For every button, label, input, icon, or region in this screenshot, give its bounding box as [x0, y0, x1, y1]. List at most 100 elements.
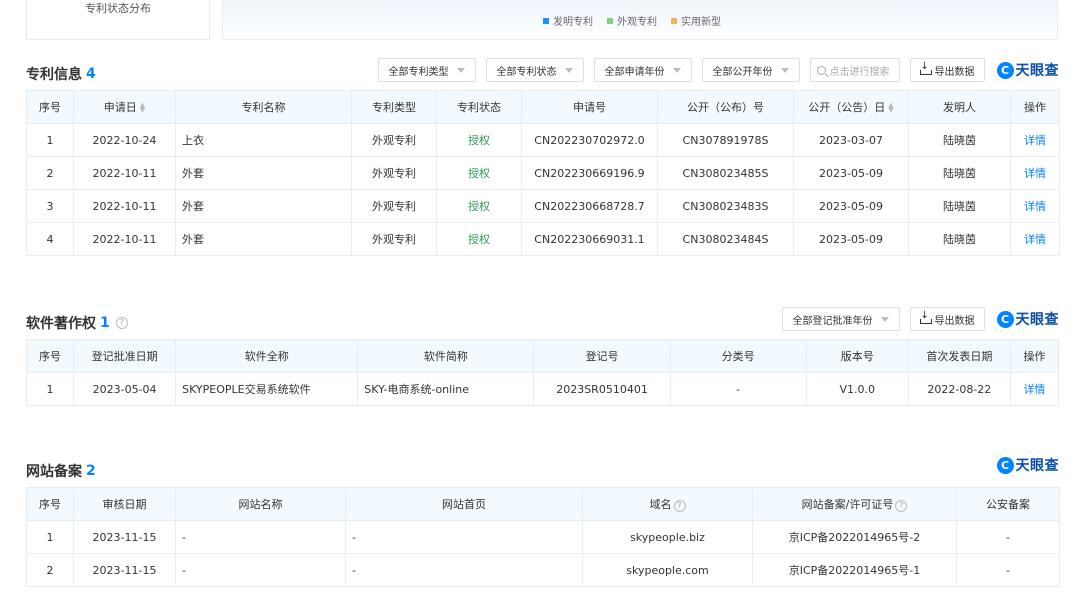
dropdown-label: 全部专利状态 [496, 66, 557, 78]
cell-pub-no: CN308023484S [657, 222, 794, 256]
cell-version: V1.0.0 [805, 372, 909, 406]
col-header: 版本号 [805, 339, 909, 373]
detail-link[interactable]: 详情 [1010, 189, 1060, 223]
approve-year-filter[interactable]: 全部登记批准年份 [781, 307, 900, 331]
col-header: 首次发表日期 [907, 339, 1011, 373]
patents-toolbar: 全部专利类型 全部专利状态 全部申请年份 全部公开年份 点击进行搜索 导 [377, 58, 1060, 82]
section-title-text: 软件著作权 [26, 316, 96, 332]
table-row: 2 2022-10-11 外套 外观专利 授权 CN202230669196.9… [26, 156, 1060, 190]
cell-reg-no: 2023SR0510401 [533, 372, 671, 406]
col-header: 登记批准日期 [73, 339, 177, 373]
detail-link[interactable]: 详情 [1009, 372, 1060, 406]
section-count: 2 [86, 463, 96, 479]
col-header-apply-date[interactable]: 申请日 ▲ ▼ [73, 90, 176, 124]
cell-inventor: 陆晓茵 [908, 123, 1011, 157]
publish-year-filter[interactable]: 全部公开年份 [701, 58, 800, 82]
cell-home: - [345, 553, 583, 587]
apply-year-filter[interactable]: 全部申请年份 [593, 58, 692, 82]
chart-legend: 发明专利 外观专利 实用新型 [543, 13, 721, 28]
sort-icon: ▲ ▼ [888, 101, 894, 114]
dropdown-label: 全部申请年份 [604, 66, 665, 78]
cell-no: 2 [26, 553, 74, 587]
software-title: 软件著作权 1 ? [26, 313, 128, 333]
col-header: 公安备案 [956, 487, 1060, 521]
col-header: 序号 [26, 487, 74, 521]
table-row: 4 2022-10-11 外套 外观专利 授权 CN202230669031.1… [26, 222, 1060, 256]
cell-apply-no: CN202230668728.7 [521, 189, 658, 223]
table-row: 1 2022-10-24 上衣 外观专利 授权 CN202230702972.0… [26, 123, 1060, 157]
col-header: 操作 [1009, 339, 1060, 373]
tianyancha-logo: C 天眼查 [996, 60, 1060, 80]
cell-class-no: - [669, 372, 807, 406]
dropdown-label: 全部专利类型 [388, 66, 449, 78]
cell-name: 外套 [175, 189, 352, 223]
cell-apply-date: 2022-10-11 [73, 156, 176, 190]
chevron-down-icon [780, 67, 789, 73]
download-icon [919, 310, 932, 324]
patents-section: 专利信息 4 全部专利类型 全部专利状态 全部申请年份 全部公开年份 点击进行搜… [26, 56, 1060, 256]
col-header-pub-date[interactable]: 公开（公告）日 ▲ ▼ [793, 90, 909, 124]
table-header-row: 序号 审核日期 网站名称 网站首页 域名? 网站备案/许可证号? 公安备案 [26, 487, 1060, 521]
col-header: 发明人 [908, 90, 1011, 124]
detail-link[interactable]: 详情 [1010, 123, 1060, 157]
websites-title: 网站备案 2 [26, 461, 96, 481]
help-icon[interactable]: ? [895, 500, 908, 512]
col-header: 分类号 [669, 339, 807, 373]
detail-link[interactable]: 详情 [1010, 156, 1060, 190]
patent-search-input[interactable]: 点击进行搜索 [809, 58, 900, 82]
cell-status: 授权 [436, 189, 522, 223]
col-header: 专利状态 [436, 90, 522, 124]
download-icon [919, 61, 932, 75]
col-header: 序号 [26, 90, 74, 124]
cell-type: 外观专利 [351, 222, 437, 256]
cell-status: 授权 [436, 222, 522, 256]
cell-pub-date: 2023-05-09 [793, 156, 909, 190]
legend-item-design[interactable]: 外观专利 [607, 13, 657, 28]
cell-pub-date: 2023-03-07 [793, 123, 909, 157]
cell-icp: 京ICP备2022014965号-2 [752, 520, 957, 554]
cell-type: 外观专利 [351, 189, 437, 223]
websites-table: 序号 审核日期 网站名称 网站首页 域名? 网站备案/许可证号? 公安备案 1 … [26, 487, 1060, 587]
col-header-label: 申请日 [103, 101, 137, 114]
legend-label: 实用新型 [681, 17, 721, 28]
patent-status-filter[interactable]: 全部专利状态 [485, 58, 584, 82]
col-header: 登记号 [533, 339, 671, 373]
export-data-button[interactable]: 导出数据 [909, 58, 985, 82]
software-table: 序号 登记批准日期 软件全称 软件简称 登记号 分类号 版本号 首次发表日期 操… [25, 339, 1060, 406]
cell-inventor: 陆晓茵 [908, 156, 1011, 190]
export-data-button[interactable]: 导出数据 [909, 307, 985, 331]
patents-header: 专利信息 4 全部专利类型 全部专利状态 全部申请年份 全部公开年份 点击进行搜… [26, 56, 1059, 90]
cell-pub-no: CN307891978S [657, 123, 794, 157]
sort-icon: ▲ ▼ [139, 101, 146, 114]
software-header: 软件著作权 1 ? 全部登记批准年份 导出数据 C 天眼查 [26, 305, 1059, 339]
brand-logo-icon: C [996, 456, 1014, 474]
chevron-down-icon [456, 67, 465, 73]
cell-type: 外观专利 [351, 156, 437, 190]
cell-site-name: - [175, 520, 346, 554]
cell-pub-no: CN308023485S [657, 156, 794, 190]
help-icon[interactable]: ? [673, 500, 686, 512]
patent-type-filter[interactable]: 全部专利类型 [377, 58, 476, 82]
legend-item-invention[interactable]: 发明专利 [543, 13, 593, 28]
detail-link[interactable]: 详情 [1010, 222, 1060, 256]
cell-full-name: SKYPEOPLE交易系统软件 [175, 372, 359, 406]
search-placeholder: 点击进行搜索 [829, 66, 890, 78]
legend-item-utility[interactable]: 实用新型 [671, 13, 721, 28]
export-label: 导出数据 [934, 66, 975, 78]
patents-table: 序号 申请日 ▲ ▼ 专利名称 专利类型 专利状态 申请号 公开（公布）号 公开（公… [26, 90, 1060, 256]
col-header: 网站首页 [345, 487, 583, 521]
cell-name: 上衣 [175, 123, 352, 157]
table-row: 2 2023-11-15 - - skypeople.com 京ICP备2022… [26, 553, 1060, 587]
cell-no: 1 [26, 520, 74, 554]
cell-status: 授权 [436, 123, 522, 157]
dropdown-label: 全部登记批准年份 [792, 315, 873, 327]
cell-pub-date: 2023-05-09 [793, 189, 909, 223]
cell-apply-no: CN202230669031.1 [521, 222, 658, 256]
cell-apply-no: CN202230702972.0 [521, 123, 658, 157]
cell-site-name: - [175, 553, 346, 587]
cell-date: 2023-11-15 [73, 553, 176, 587]
status-distribution-chart: 发明专利 外观专利 实用新型 [222, 0, 1058, 40]
software-toolbar: 全部登记批准年份 导出数据 C 天眼查 [781, 307, 1060, 331]
table-row: 1 2023-05-04 SKYPEOPLE交易系统软件 SKY-电商系统-on… [25, 372, 1060, 406]
help-icon[interactable]: ? [115, 317, 128, 329]
